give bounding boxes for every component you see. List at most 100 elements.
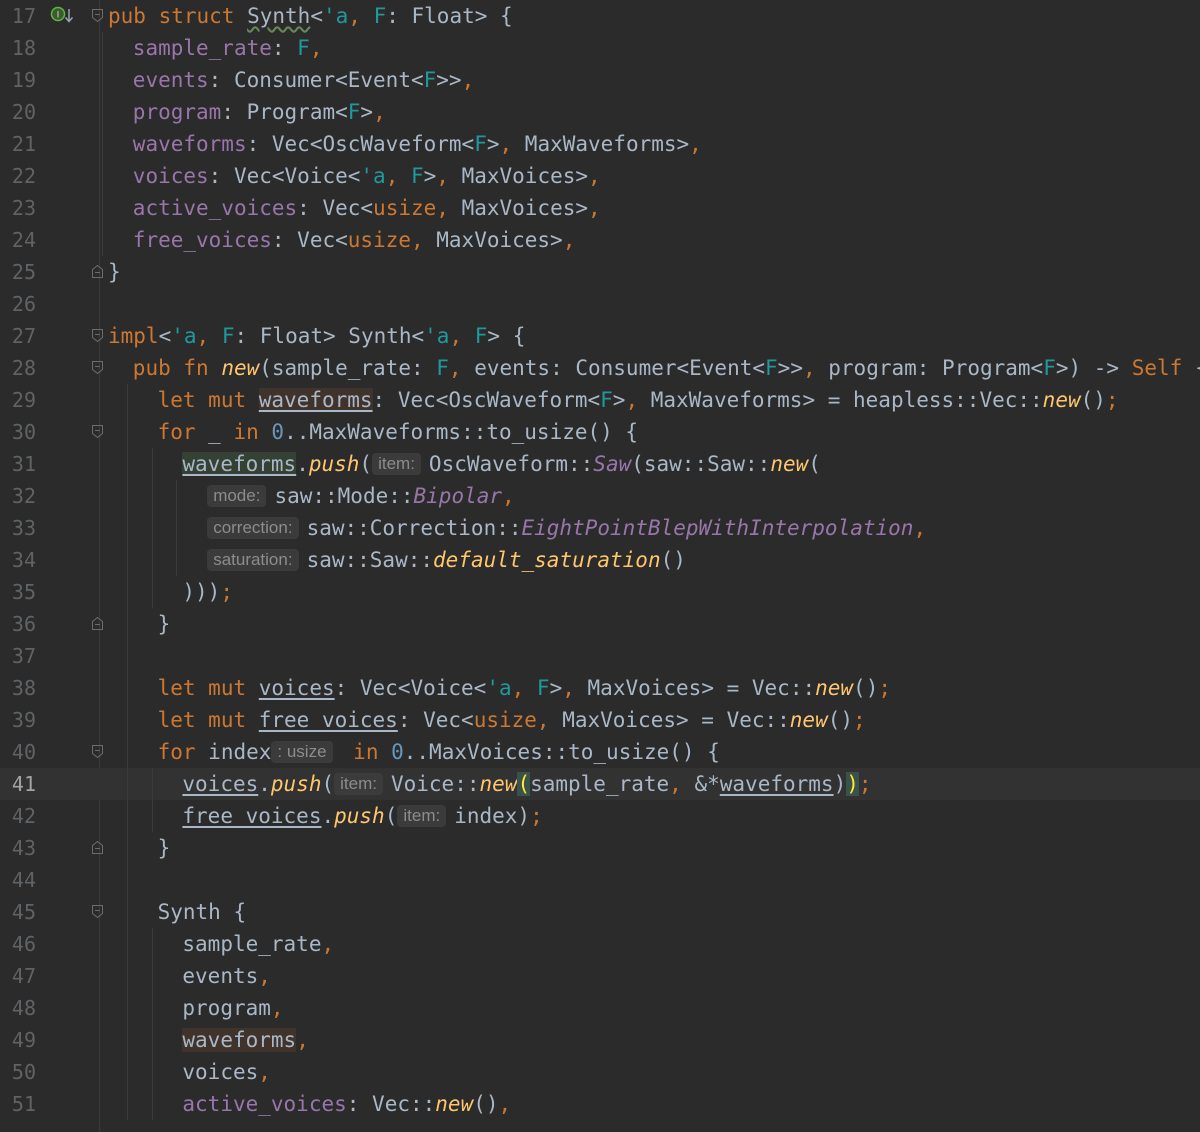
line-number[interactable]: 44 — [0, 864, 36, 896]
line-number[interactable]: 32 — [0, 480, 36, 512]
line-number[interactable]: 42 — [0, 800, 36, 832]
fold-marker-icon[interactable] — [92, 905, 103, 918]
line-number[interactable]: 36 — [0, 608, 36, 640]
line-number[interactable]: 29 — [0, 384, 36, 416]
code-text[interactable]: waveforms, — [182, 1024, 309, 1056]
fold-marker-icon[interactable] — [92, 265, 103, 278]
code-text[interactable]: pub fn new(sample_rate: F, events: Consu… — [133, 352, 1200, 384]
code-text[interactable]: events, — [182, 960, 271, 992]
line-number[interactable]: 37 — [0, 640, 36, 672]
code-text[interactable]: impl<'a, F: Float> Synth<'a, F> { — [108, 320, 525, 352]
code-line-33[interactable]: 33 correction: saw::Correction::EightPoint… — [0, 512, 1200, 544]
line-number[interactable]: 27 — [0, 320, 36, 352]
line-number[interactable]: 24 — [0, 224, 36, 256]
code-line-27[interactable]: 27 impl<'a, F: Float> Synth<'a, F> { — [0, 320, 1200, 352]
code-text[interactable]: free_voices.push(item: index); — [182, 800, 542, 832]
code-line-32[interactable]: 32 mode: saw::Mode::Bipolar, — [0, 480, 1200, 512]
line-number[interactable]: 23 — [0, 192, 36, 224]
line-number[interactable]: 34 — [0, 544, 36, 576]
line-number[interactable]: 26 — [0, 288, 36, 320]
line-number[interactable]: 41 — [0, 768, 36, 800]
code-line-30[interactable]: 30 for _ in 0..MaxWaveforms::to_usize() { — [0, 416, 1200, 448]
code-line-42[interactable]: 42 free_voices.push(item: index); — [0, 800, 1200, 832]
line-number[interactable]: 18 — [0, 32, 36, 64]
code-text[interactable]: pub struct Synth<'a, F: Float> { — [108, 0, 513, 32]
line-number[interactable]: 17 — [0, 0, 36, 32]
code-line-25[interactable]: 25} — [0, 256, 1200, 288]
code-text[interactable]: program: Program<F>, — [133, 96, 386, 128]
code-line-19[interactable]: 19 events: Consumer<Event<F>>, — [0, 64, 1200, 96]
code-line-31[interactable]: 31 waveforms.push(item: OscWaveform::Saw(s… — [0, 448, 1200, 480]
code-text[interactable]: voices, — [182, 1056, 271, 1088]
code-text[interactable]: let mut voices: Vec<Voice<'a, F>, MaxVoi… — [158, 672, 891, 704]
line-number[interactable]: 22 — [0, 160, 36, 192]
code-text[interactable]: active_voices: Vec<usize, MaxVoices>, — [133, 192, 601, 224]
code-text[interactable]: ))); — [182, 576, 233, 608]
line-number[interactable]: 19 — [0, 64, 36, 96]
line-number[interactable]: 33 — [0, 512, 36, 544]
code-text[interactable]: free_voices: Vec<usize, MaxVoices>, — [133, 224, 576, 256]
fold-marker-icon[interactable] — [92, 745, 103, 758]
code-line-21[interactable]: 21 waveforms: Vec<OscWaveform<F>, MaxWave… — [0, 128, 1200, 160]
code-text[interactable]: } — [158, 608, 171, 640]
code-text[interactable]: saturation: saw::Saw::default_saturation(… — [207, 544, 686, 576]
line-number[interactable]: 46 — [0, 928, 36, 960]
implemented-marker-icon[interactable]: I — [50, 6, 76, 26]
code-text[interactable]: voices: Vec<Voice<'a, F>, MaxVoices>, — [133, 160, 601, 192]
code-line-18[interactable]: 18 sample_rate: F, — [0, 32, 1200, 64]
code-line-29[interactable]: 29 let mut waveforms: Vec<OscWaveform<F>,… — [0, 384, 1200, 416]
code-text[interactable]: Synth { — [158, 896, 247, 928]
code-text[interactable]: waveforms.push(item: OscWaveform::Saw(saw… — [182, 448, 821, 480]
fold-marker-icon[interactable] — [92, 361, 103, 374]
line-number[interactable]: 50 — [0, 1056, 36, 1088]
code-line-26[interactable]: 26 — [0, 288, 1200, 320]
line-number[interactable]: 28 — [0, 352, 36, 384]
line-number[interactable]: 25 — [0, 256, 36, 288]
code-line-28[interactable]: 28 pub fn new(sample_rate: F, events: Con… — [0, 352, 1200, 384]
code-line-49[interactable]: 49 waveforms, — [0, 1024, 1200, 1056]
code-text[interactable]: } — [108, 256, 121, 288]
code-line-41[interactable]: 41 voices.push(item: Voice::new(sample_rat… — [0, 768, 1200, 800]
fold-marker-icon[interactable] — [92, 841, 103, 854]
code-text[interactable]: mode: saw::Mode::Bipolar, — [207, 480, 515, 512]
code-line-38[interactable]: 38 let mut voices: Vec<Voice<'a, F>, MaxV… — [0, 672, 1200, 704]
code-line-50[interactable]: 50 voices, — [0, 1056, 1200, 1088]
code-text[interactable]: sample_rate: F, — [133, 32, 323, 64]
code-text[interactable]: program, — [182, 992, 283, 1024]
code-line-43[interactable]: 43} — [0, 832, 1200, 864]
code-line-17[interactable]: 17 Ipub struct Synth<'a, F: Float> { — [0, 0, 1200, 32]
fold-marker-icon[interactable] — [92, 9, 103, 22]
code-text[interactable]: let mut waveforms: Vec<OscWaveform<F>, M… — [158, 384, 1119, 416]
line-number[interactable]: 31 — [0, 448, 36, 480]
line-number[interactable]: 21 — [0, 128, 36, 160]
line-number[interactable]: 47 — [0, 960, 36, 992]
code-text[interactable]: events: Consumer<Event<F>>, — [133, 64, 474, 96]
line-number[interactable]: 43 — [0, 832, 36, 864]
code-line-20[interactable]: 20 program: Program<F>, — [0, 96, 1200, 128]
code-line-39[interactable]: 39 let mut free_voices: Vec<usize, MaxVoi… — [0, 704, 1200, 736]
line-number[interactable]: 40 — [0, 736, 36, 768]
code-text[interactable]: } — [158, 832, 171, 864]
code-line-23[interactable]: 23 active_voices: Vec<usize, MaxVoices>, — [0, 192, 1200, 224]
code-line-24[interactable]: 24 free_voices: Vec<usize, MaxVoices>, — [0, 224, 1200, 256]
code-line-36[interactable]: 36} — [0, 608, 1200, 640]
code-line-35[interactable]: 35))); — [0, 576, 1200, 608]
fold-marker-icon[interactable] — [92, 617, 103, 630]
fold-marker-icon[interactable] — [92, 329, 103, 342]
code-line-46[interactable]: 46 sample_rate, — [0, 928, 1200, 960]
code-text[interactable]: for _ in 0..MaxWaveforms::to_usize() { — [158, 416, 638, 448]
code-line-37[interactable]: 37 — [0, 640, 1200, 672]
code-text[interactable]: voices.push(item: Voice::new(sample_rate,… — [182, 768, 872, 800]
code-line-34[interactable]: 34 saturation: saw::Saw::default_saturatio… — [0, 544, 1200, 576]
code-line-44[interactable]: 44 — [0, 864, 1200, 896]
code-line-45[interactable]: 45 Synth { — [0, 896, 1200, 928]
code-text[interactable]: active_voices: Vec::new(), — [182, 1088, 511, 1120]
line-number[interactable]: 30 — [0, 416, 36, 448]
line-number[interactable]: 38 — [0, 672, 36, 704]
code-line-51[interactable]: 51 active_voices: Vec::new(), — [0, 1088, 1200, 1120]
fold-marker-icon[interactable] — [92, 425, 103, 438]
code-text[interactable]: correction: saw::Correction::EightPointBl… — [207, 512, 926, 544]
code-line-48[interactable]: 48 program, — [0, 992, 1200, 1024]
code-text[interactable]: let mut free_voices: Vec<usize, MaxVoice… — [158, 704, 866, 736]
code-text[interactable]: for index: usize in 0..MaxVoices::to_usi… — [158, 736, 720, 768]
